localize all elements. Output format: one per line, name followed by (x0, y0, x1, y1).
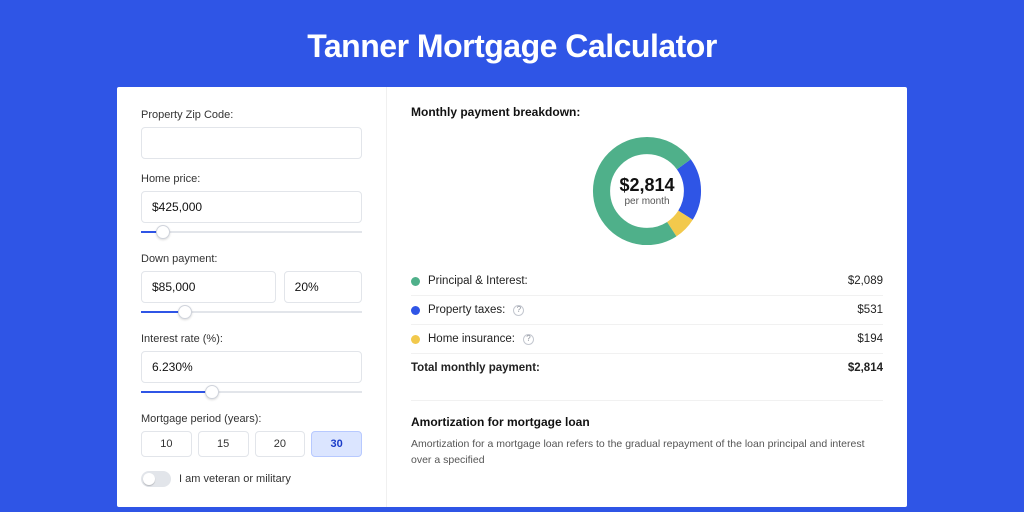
zip-field: Property Zip Code: (141, 109, 362, 159)
amortization-section: Amortization for mortgage loan Amortizat… (411, 400, 883, 469)
period-field: Mortgage period (years): 10152030 (141, 413, 362, 457)
legend-dot-icon (411, 335, 420, 344)
breakdown-label-text: Property taxes: (428, 304, 505, 316)
breakdown-label-text: Home insurance: (428, 333, 515, 345)
period-button-10[interactable]: 10 (141, 431, 192, 457)
calculator-card: Property Zip Code: Home price: Down paym… (117, 87, 907, 507)
period-button-15[interactable]: 15 (198, 431, 249, 457)
price-field: Home price: (141, 173, 362, 239)
amortization-text: Amortization for a mortgage loan refers … (411, 437, 883, 469)
down-field: Down payment: (141, 253, 362, 319)
slider-thumb[interactable] (156, 225, 170, 239)
donut-sub: per month (624, 196, 669, 207)
breakdown-row: Principal & Interest: $2,089 (411, 267, 883, 296)
period-button-20[interactable]: 20 (255, 431, 306, 457)
amortization-title: Amortization for mortgage loan (411, 415, 883, 429)
total-value: $2,814 (848, 362, 883, 374)
breakdown-row: Home insurance:? $194 (411, 325, 883, 354)
rate-field: Interest rate (%): (141, 333, 362, 399)
info-icon[interactable]: ? (523, 334, 534, 345)
rate-slider[interactable] (141, 385, 362, 399)
info-icon[interactable]: ? (513, 305, 524, 316)
total-label: Total monthly payment: (411, 362, 540, 374)
zip-label: Property Zip Code: (141, 109, 362, 121)
donut-value: $2,814 (619, 175, 674, 196)
legend-dot-icon (411, 306, 420, 315)
breakdown-panel: Monthly payment breakdown: $2,814 per mo… (387, 87, 907, 507)
slider-thumb[interactable] (178, 305, 192, 319)
slider-track-fill (141, 391, 212, 393)
legend-dot-icon (411, 277, 420, 286)
rate-input[interactable] (141, 351, 362, 383)
breakdown-label: Home insurance:? (411, 333, 534, 345)
down-pct-input[interactable] (284, 271, 362, 303)
down-label: Down payment: (141, 253, 362, 265)
down-amount-input[interactable] (141, 271, 276, 303)
form-panel: Property Zip Code: Home price: Down paym… (117, 87, 387, 507)
veteran-label: I am veteran or military (179, 473, 291, 485)
breakdown-total-row: Total monthly payment: $2,814 (411, 354, 883, 382)
veteran-toggle-row: I am veteran or military (141, 471, 362, 487)
period-button-30[interactable]: 30 (311, 431, 362, 457)
donut-chart-wrap: $2,814 per month (411, 131, 883, 251)
page-title: Tanner Mortgage Calculator (0, 0, 1024, 87)
breakdown-title: Monthly payment breakdown: (411, 105, 883, 119)
donut-center: $2,814 per month (587, 131, 707, 251)
price-label: Home price: (141, 173, 362, 185)
breakdown-value: $531 (857, 304, 883, 316)
breakdown-label: Property taxes:? (411, 304, 524, 316)
breakdown-label-text: Principal & Interest: (428, 275, 528, 287)
rate-label: Interest rate (%): (141, 333, 362, 345)
breakdown-label: Principal & Interest: (411, 275, 528, 287)
zip-input[interactable] (141, 127, 362, 159)
breakdown-row: Property taxes:? $531 (411, 296, 883, 325)
slider-thumb[interactable] (205, 385, 219, 399)
breakdown-value: $194 (857, 333, 883, 345)
slider-track (141, 231, 362, 233)
toggle-knob (143, 473, 155, 485)
price-input[interactable] (141, 191, 362, 223)
breakdown-value: $2,089 (848, 275, 883, 287)
donut-chart: $2,814 per month (587, 131, 707, 251)
period-label: Mortgage period (years): (141, 413, 362, 425)
down-slider[interactable] (141, 305, 362, 319)
veteran-toggle[interactable] (141, 471, 171, 487)
price-slider[interactable] (141, 225, 362, 239)
